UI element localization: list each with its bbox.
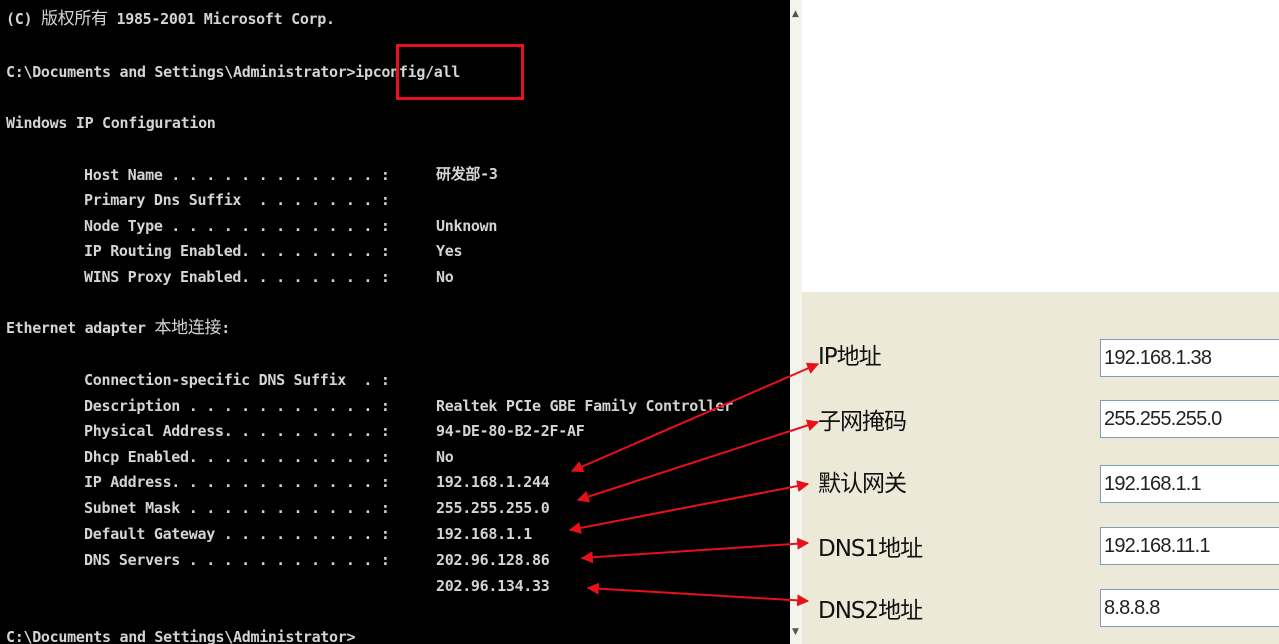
arrow-dns2 xyxy=(586,582,810,607)
arrow-dns1 xyxy=(580,537,810,564)
annotation-arrows xyxy=(568,362,820,607)
arrow-ip-address xyxy=(570,362,820,473)
